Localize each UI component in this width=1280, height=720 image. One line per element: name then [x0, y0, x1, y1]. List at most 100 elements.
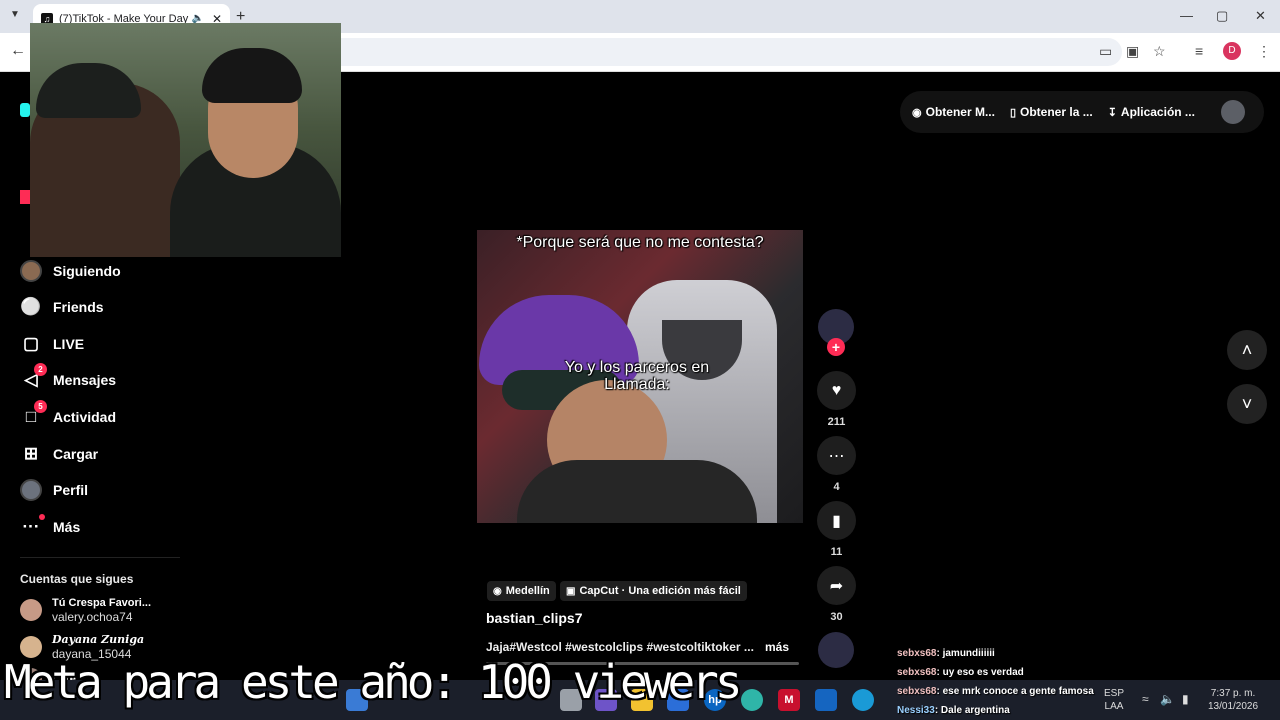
- music-disc-avatar[interactable]: [818, 632, 854, 668]
- stream-goal-overlay: Meta para este año: 100 viewers: [4, 655, 743, 709]
- follow-plus-icon[interactable]: +: [827, 338, 845, 356]
- coin-icon: ◉: [912, 106, 922, 119]
- phone-icon: ▯: [1009, 106, 1017, 119]
- sidebar-item-mas[interactable]: ··· Más: [20, 514, 81, 539]
- comment-count: 4: [833, 481, 840, 493]
- webcam-person-left-cap: [36, 63, 141, 118]
- desktop-app-button[interactable]: ↧ Aplicación ...: [1108, 105, 1195, 119]
- previous-video-button[interactable]: ˄: [1227, 330, 1267, 370]
- capcut-tag[interactable]: ▣ CapCut · Una edición más fácil: [560, 581, 747, 601]
- mcafee-icon[interactable]: M: [778, 689, 800, 711]
- video-caption-top: *Porque será que no me contesta?: [516, 234, 764, 251]
- tab-search-icon[interactable]: ▼: [10, 9, 20, 20]
- get-app-button[interactable]: ▯ Obtener la ...: [1010, 105, 1093, 119]
- sidebar-item-siguiendo[interactable]: Siguiendo: [20, 259, 121, 283]
- account-name: Dayana Zuniga: [52, 633, 145, 646]
- volume-icon[interactable]: 🔈: [1160, 693, 1175, 706]
- sidebar-item-live[interactable]: ▢ LIVE: [20, 332, 84, 356]
- chat-text: : uy eso es verdad: [936, 667, 1024, 678]
- activity-icon: □ 5: [20, 400, 47, 428]
- following-account[interactable]: Tú Crespa Favori... valery.ochoa74: [20, 596, 151, 624]
- live-tv-icon: ▢: [22, 334, 40, 353]
- like-action[interactable]: ♥ 211: [817, 371, 856, 428]
- pill-label: Obtener la ...: [1020, 105, 1093, 119]
- user-avatar[interactable]: [1221, 100, 1245, 124]
- clock-time: 7:37 p. m.: [1210, 688, 1256, 699]
- bookmark-star-icon[interactable]: ☆: [1153, 43, 1166, 60]
- maximize-button[interactable]: ▢: [1216, 8, 1228, 24]
- share-count: 30: [830, 611, 843, 623]
- comment-icon[interactable]: ⋯: [817, 436, 856, 475]
- chrome-icon[interactable]: [741, 689, 763, 711]
- media-controls-icon[interactable]: ≡: [1195, 43, 1203, 59]
- location-pin-icon: ◉: [493, 585, 502, 597]
- sidebar-item-mensajes[interactable]: ◁ 2 Mensajes: [20, 363, 116, 392]
- battery-icon[interactable]: ▮: [1182, 693, 1189, 706]
- install-app-icon[interactable]: ▭: [1099, 43, 1112, 60]
- save-count: 11: [830, 546, 843, 558]
- sidebar-item-perfil[interactable]: Perfil: [20, 478, 88, 502]
- webcam-person-right-hair: [202, 48, 302, 103]
- more-icon: ···: [20, 514, 45, 538]
- tag-label: CapCut · Una edición más fácil: [579, 585, 741, 597]
- share-arrow-icon[interactable]: ➦: [817, 566, 856, 605]
- outlook-icon[interactable]: [815, 689, 837, 711]
- chat-text: : Dale argentina: [934, 705, 1010, 716]
- video-shirt: [517, 460, 757, 523]
- browser-menu-icon[interactable]: ⋮: [1257, 43, 1271, 60]
- location-tag[interactable]: ◉ Medellín: [487, 581, 556, 601]
- heart-icon[interactable]: ♥: [817, 371, 856, 410]
- sidebar-item-label: LIVE: [53, 336, 85, 352]
- chat-username: Nessi33: [897, 705, 935, 716]
- translate-icon[interactable]: ▣: [1126, 43, 1139, 60]
- language-indicator[interactable]: ESP LAA: [1104, 687, 1124, 713]
- keyboard-layout: LAA: [1104, 701, 1124, 712]
- back-arrow-icon[interactable]: ←: [10, 42, 26, 60]
- chat-text: : ese mrk conoce a gente famosa: [936, 686, 1094, 697]
- language-code: ESP: [1104, 688, 1125, 699]
- clock[interactable]: 7:37 p. m. 13/01/2026: [1208, 687, 1258, 713]
- video-description: Jaja#Westcol #westcolclips #westcoltikto…: [486, 640, 754, 654]
- sidebar-item-label: Actividad: [53, 409, 117, 425]
- clock-date: 13/01/2026: [1208, 701, 1259, 712]
- minimize-button[interactable]: —: [1180, 8, 1193, 23]
- sidebar-item-label: Cargar: [53, 446, 99, 462]
- close-window-button[interactable]: ✕: [1255, 8, 1266, 24]
- more-link[interactable]: más: [765, 640, 789, 654]
- notification-dot: [39, 514, 45, 520]
- chevron-up-icon: ˄: [1241, 339, 1253, 360]
- save-action[interactable]: ▮ 11: [817, 501, 856, 558]
- avatar-icon: [20, 260, 42, 282]
- tiktok-logo-icon[interactable]: [20, 103, 30, 117]
- profile-icon: [20, 479, 42, 501]
- home-icon[interactable]: [20, 190, 30, 204]
- sidebar-item-friends[interactable]: ⚪ Friends: [20, 295, 103, 319]
- chat-username: sebxs68: [897, 686, 937, 697]
- download-icon: ↧: [1107, 106, 1117, 119]
- bookmark-icon[interactable]: ▮: [817, 501, 856, 540]
- sidebar-divider: [20, 557, 180, 558]
- share-action[interactable]: ➦ 30: [817, 566, 856, 623]
- pill-label: Aplicación ...: [1120, 105, 1195, 119]
- pill-label: Obtener M...: [925, 105, 995, 119]
- chevron-down-icon: ˅: [1241, 393, 1253, 414]
- browser-profile-avatar[interactable]: D: [1223, 42, 1241, 60]
- activity-badge: 5: [34, 400, 47, 413]
- video-player[interactable]: *Porque será que no me contesta? Yo y lo…: [477, 230, 803, 523]
- friends-icon: ⚪: [20, 297, 42, 316]
- account-name: Tú Crespa Favori...: [52, 597, 152, 609]
- edge-icon[interactable]: [852, 689, 874, 711]
- next-video-button[interactable]: ˅: [1227, 384, 1267, 424]
- comment-action[interactable]: ⋯ 4: [817, 436, 856, 493]
- sidebar-item-label: Perfil: [53, 482, 89, 498]
- chat-message: sebxs68: uy eso es verdad: [897, 667, 1024, 678]
- sidebar-item-actividad[interactable]: □ 5 Actividad: [20, 400, 117, 429]
- get-coins-button[interactable]: ◉ Obtener M...: [912, 105, 995, 119]
- wifi-icon[interactable]: ≈: [1142, 693, 1149, 706]
- account-handle: valery.ochoa74: [52, 610, 133, 624]
- top-actions-bar: ◉ Obtener M... ▯ Obtener la ... ↧ Aplicació…: [900, 91, 1264, 133]
- account-avatar: [20, 599, 42, 621]
- video-author[interactable]: bastian_clips7: [486, 610, 583, 626]
- sidebar-item-cargar[interactable]: ⊞ Cargar: [20, 442, 98, 466]
- sidebar-item-label: Más: [53, 519, 81, 535]
